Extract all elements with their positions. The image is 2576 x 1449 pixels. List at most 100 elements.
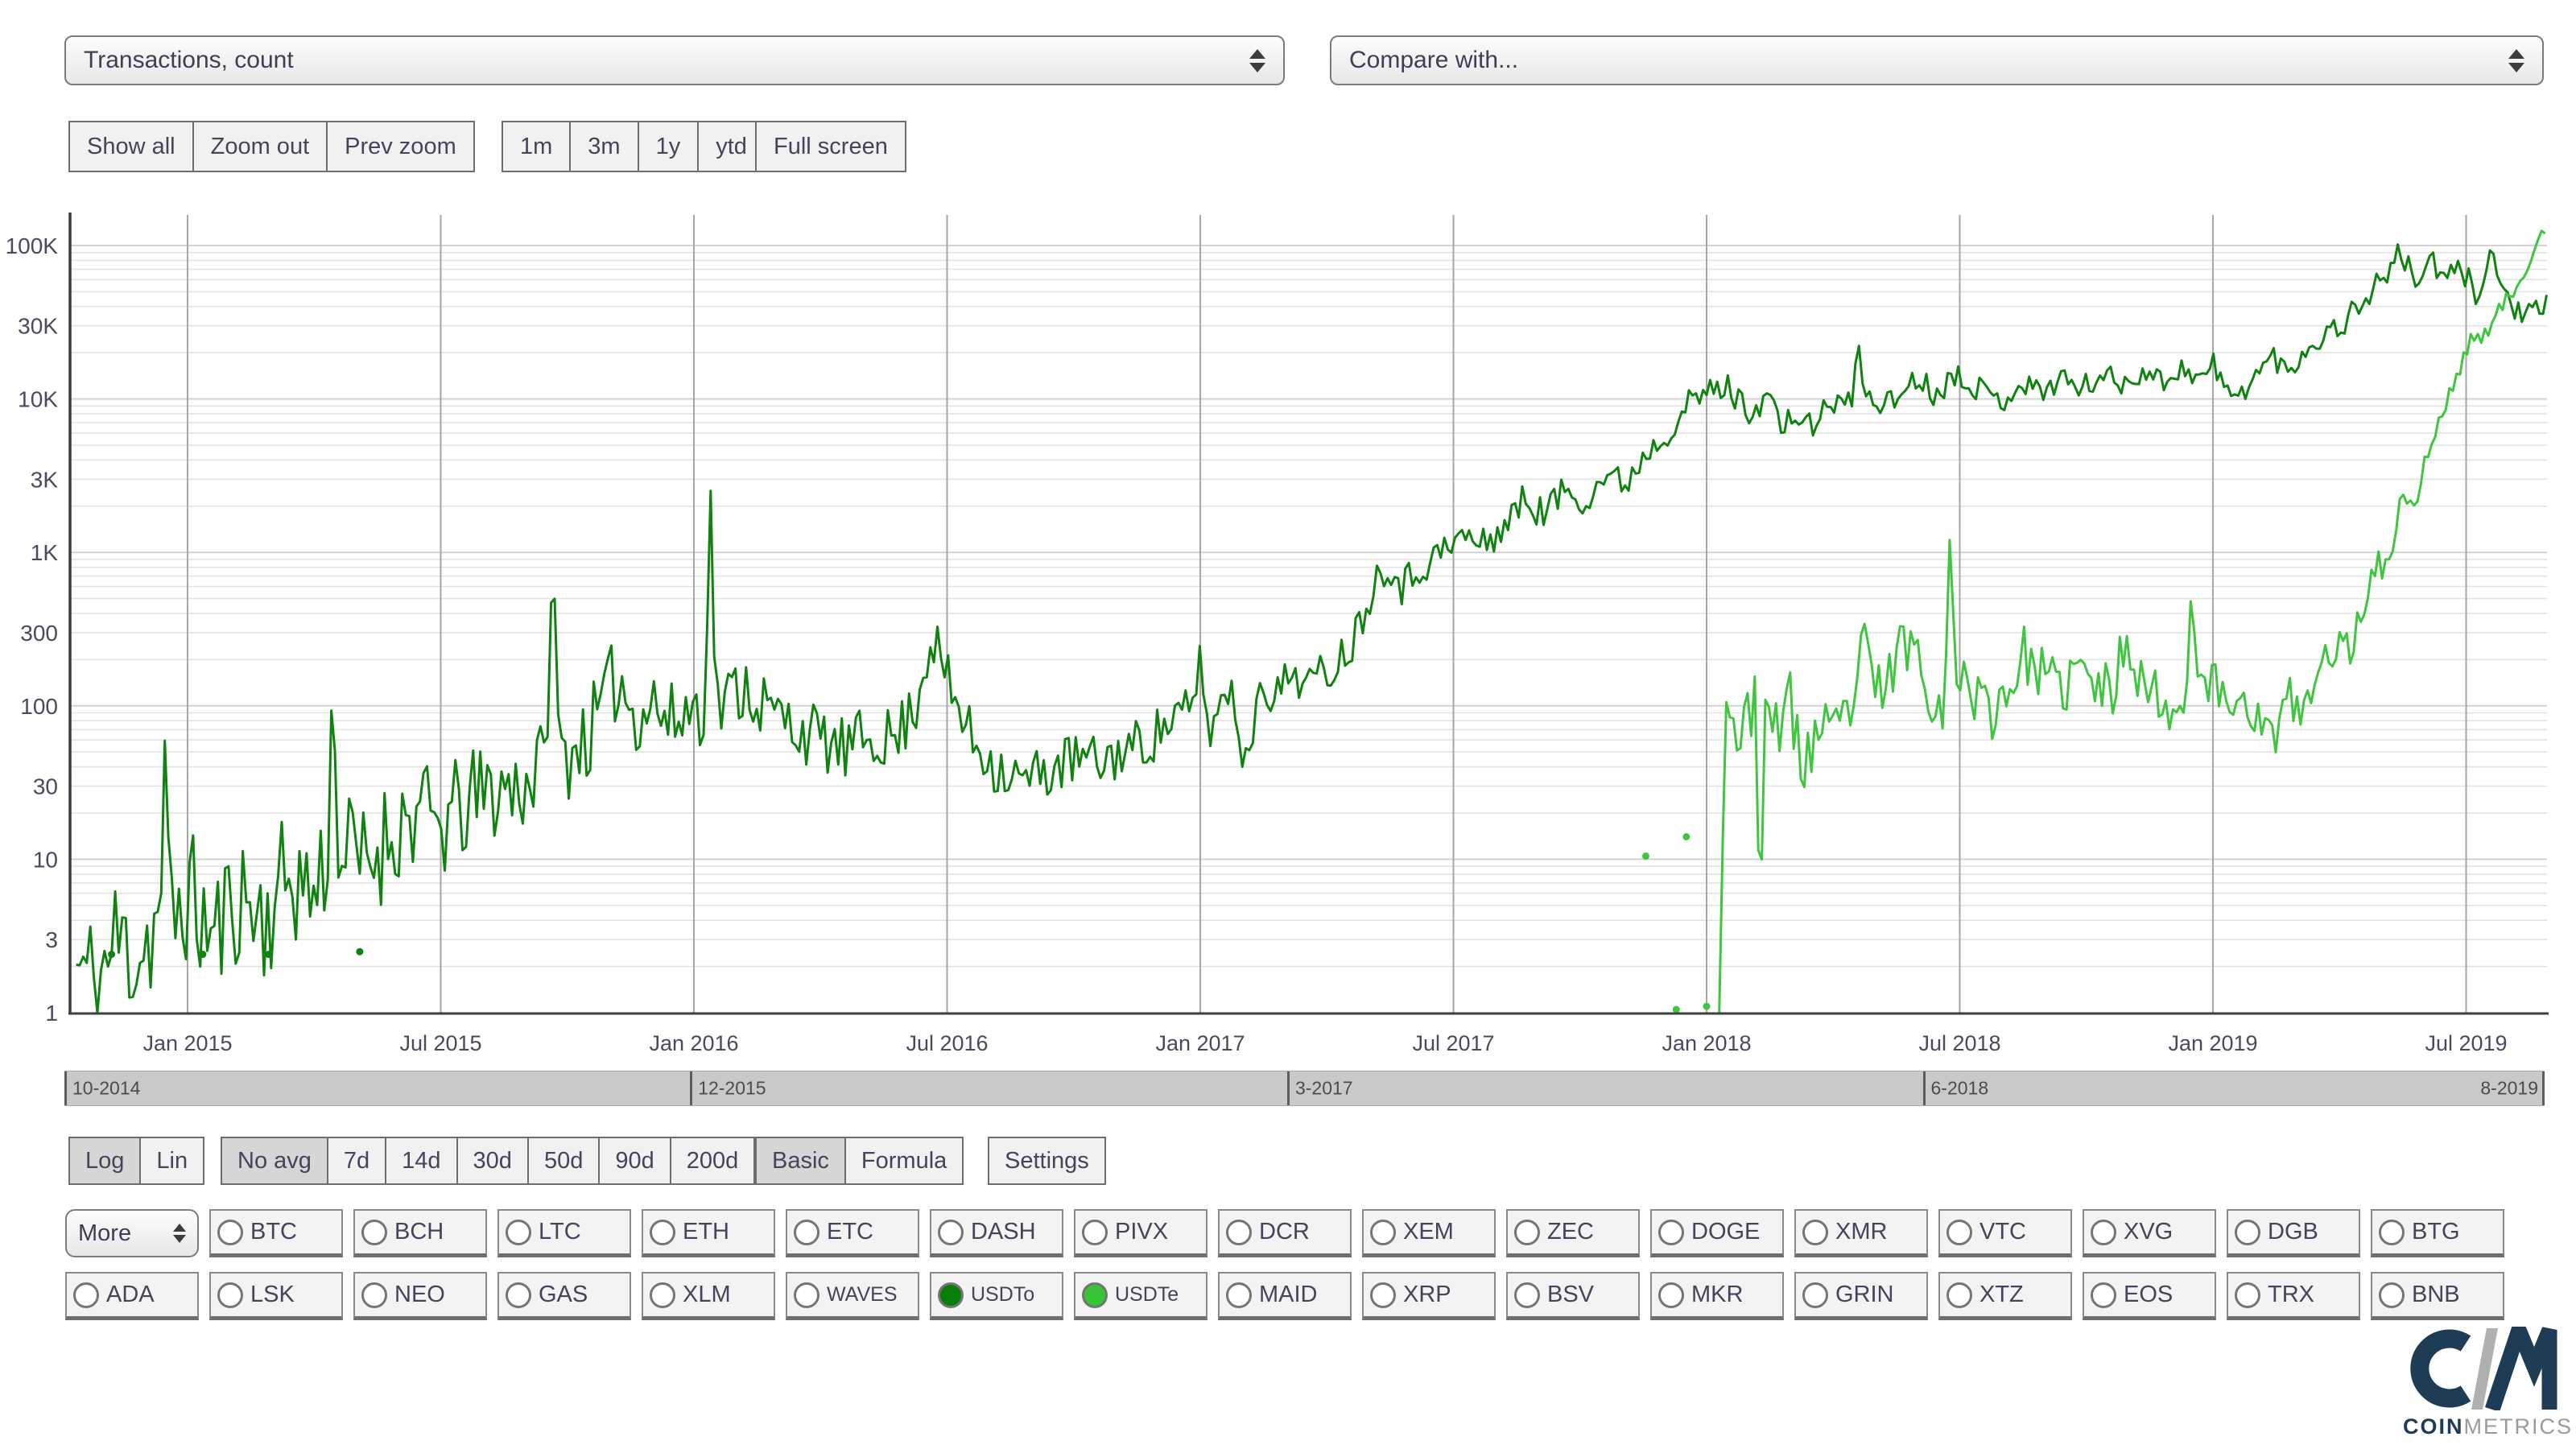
coin-toggle-eth[interactable]: ETH [642,1209,775,1257]
coin-toggle-xlm[interactable]: XLM [642,1272,775,1320]
coin-label: DCR [1259,1219,1310,1245]
radio-icon [506,1219,531,1245]
radio-icon [1658,1282,1684,1308]
coin-toggle-mkr[interactable]: MKR [1650,1272,1784,1320]
coin-toggle-bsv[interactable]: BSV [1506,1272,1640,1320]
coin-toggle-vtc[interactable]: VTC [1938,1209,2072,1257]
coin-label: XVG [2124,1219,2174,1245]
chart-svg[interactable]: 100K 30K 10K 3K 1K 300 100 30 10 3 1 Jan 2015 Jul 20… [0,0,2576,1063]
svg-text:Jan 2019: Jan 2019 [2168,1031,2257,1055]
controls-button-basic[interactable]: Basic [755,1137,846,1185]
select-spinner-icon [173,1224,186,1243]
coin-toggle-etc[interactable]: ETC [786,1209,919,1257]
coin-label: LSK [250,1282,295,1307]
controls-button-formula[interactable]: Formula [844,1137,964,1185]
svg-text:Jul 2018: Jul 2018 [1918,1031,2000,1055]
coin-label: DGB [2268,1219,2318,1245]
radio-icon [2379,1282,2405,1308]
coin-toggle-maid[interactable]: MAID [1218,1272,1352,1320]
controls-button-lin[interactable]: Lin [139,1137,205,1185]
svg-text:Jul 2015: Jul 2015 [399,1031,481,1055]
coinmetrics-logo-mark [2410,1307,2557,1413]
coin-toggle-trx[interactable]: TRX [2227,1272,2360,1320]
radio-icon [1946,1282,1972,1308]
svg-text:Jul 2019: Jul 2019 [2425,1031,2507,1055]
navigator-divider [64,1071,67,1105]
coin-label: PIVX [1115,1219,1169,1245]
coin-label: GRIN [1835,1282,1894,1307]
coin-toggle-dcr[interactable]: DCR [1218,1209,1352,1257]
range-navigator[interactable]: 10-2014 12-2015 3-2017 6-2018 8-2019 [64,1071,2545,1106]
coin-label: NEO [394,1282,445,1307]
coin-more-select[interactable]: More [65,1209,199,1257]
coin-toggle-lsk[interactable]: LSK [209,1272,343,1320]
coinmetrics-logo-text: COINMETRICS [2403,1416,2572,1438]
svg-text:10K: 10K [18,387,58,412]
y-axis-labels: 100K 30K 10K 3K 1K 300 100 30 10 3 1 [6,233,59,1026]
radio-icon [650,1219,675,1245]
controls-group-scale: Log Lin [68,1137,205,1185]
series-USDTe [1718,229,2546,1013]
coin-toggle-waves[interactable]: WAVES [786,1272,919,1320]
series-USDTo-point [108,951,116,958]
controls-button-settings[interactable]: Settings [988,1137,1106,1185]
coin-toggle-xtz[interactable]: XTZ [1938,1272,2072,1320]
coin-toggle-eos[interactable]: EOS [2083,1272,2216,1320]
chart-plot-area[interactable]: 100K 30K 10K 3K 1K 300 100 30 10 3 1 Jan 2015 Jul 20… [0,0,2576,1063]
series-USDTe-point [1642,852,1649,860]
radio-icon [361,1219,387,1245]
x-axis-labels: Jan 2015 Jul 2015 Jan 2016 Jul 2016 Jan 2017… [142,1031,2507,1055]
series-USDTo-point [199,951,207,958]
coin-label: BCH [394,1219,444,1245]
radio-icon [2379,1219,2405,1245]
coin-toggle-btc[interactable]: BTC [209,1209,343,1257]
svg-text:100: 100 [20,694,58,719]
bottom-toolbar: Log Lin No avg 7d 14d 30d 50d 90d 200d Basic Formu… [0,1137,2576,1185]
series-USDTe-point [1682,833,1690,840]
coin-label: XLM [683,1282,731,1307]
coin-toggle-usdto[interactable]: USDTo [930,1272,1063,1320]
coin-toggle-doge[interactable]: DOGE [1650,1209,1784,1257]
coin-toggle-xmr[interactable]: XMR [1794,1209,1928,1257]
coin-toggle-xrp[interactable]: XRP [1362,1272,1496,1320]
controls-button-14d[interactable]: 14d [385,1137,458,1185]
coin-toggle-zec[interactable]: ZEC [1506,1209,1640,1257]
coin-toggle-dash[interactable]: DASH [930,1209,1063,1257]
controls-button-200d[interactable]: 200d [669,1137,756,1185]
radio-icon [1514,1282,1540,1308]
radio-icon [361,1282,387,1308]
svg-text:Jan 2018: Jan 2018 [1662,1031,1751,1055]
controls-group-mode: Basic Formula [755,1137,964,1185]
controls-button-30d[interactable]: 30d [456,1137,529,1185]
coin-toggle-xvg[interactable]: XVG [2083,1209,2216,1257]
coin-toggle-ada[interactable]: ADA [65,1272,199,1320]
navigator-divider [690,1071,693,1105]
controls-button-no-avg[interactable]: No avg [221,1137,328,1185]
coin-toggle-usdte[interactable]: USDTe [1074,1272,1208,1320]
controls-button-7d[interactable]: 7d [326,1137,387,1185]
coin-toggle-bch[interactable]: BCH [353,1209,487,1257]
coin-toggle-dgb[interactable]: DGB [2227,1209,2360,1257]
coin-label: BTC [250,1219,297,1245]
coin-label: VTC [1979,1219,2026,1245]
controls-button-90d[interactable]: 90d [598,1137,671,1185]
navigator-label: 8-2019 [2480,1077,2538,1099]
coin-toggle-pivx[interactable]: PIVX [1074,1209,1208,1257]
radio-icon [794,1282,819,1308]
coin-toggle-btg[interactable]: BTG [2371,1209,2504,1257]
coin-toggle-bnb[interactable]: BNB [2371,1272,2504,1320]
coin-toggle-grin[interactable]: GRIN [1794,1272,1928,1320]
radio-icon [1514,1219,1540,1245]
coin-toggle-ltc[interactable]: LTC [497,1209,631,1257]
coin-toggle-neo[interactable]: NEO [353,1272,487,1320]
radio-icon [1370,1219,1396,1245]
coin-toggle-xem[interactable]: XEM [1362,1209,1496,1257]
controls-button-50d[interactable]: 50d [526,1137,601,1185]
coin-toggle-gas[interactable]: GAS [497,1272,631,1320]
radio-icon [1226,1282,1252,1308]
controls-button-log[interactable]: Log [68,1137,142,1185]
radio-icon [1946,1219,1972,1245]
coin-label: DASH [971,1219,1036,1245]
logo-text-coin: COIN [2403,1414,2464,1439]
navigator-label: 12-2015 [698,1077,766,1099]
